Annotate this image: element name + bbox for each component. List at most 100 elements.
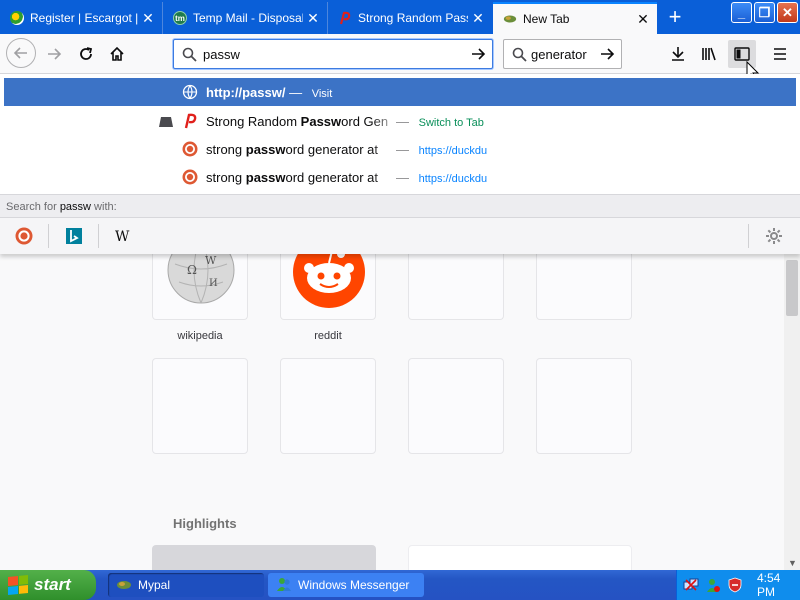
svg-text:W: W xyxy=(205,254,217,267)
reload-icon xyxy=(80,47,93,60)
start-label: start xyxy=(34,575,71,594)
suggestion-title-prefix: strong xyxy=(206,169,246,185)
suggestion-separator: — xyxy=(396,169,409,185)
url-input[interactable] xyxy=(203,46,470,62)
scroll-down-arrow-icon[interactable]: ▼ xyxy=(788,558,797,568)
page-scrollbar[interactable]: ▼ xyxy=(784,254,800,570)
windows-taskbar: start Mypal Windows Messenger 4:54 PM xyxy=(0,570,800,600)
search-icon xyxy=(182,47,197,62)
tab-strip: Register | Escargot | E ✕ tm Temp Mail -… xyxy=(0,0,800,34)
suggestion-url: http://passw/ xyxy=(206,84,286,100)
taskbar-button-label: Windows Messenger xyxy=(298,578,410,592)
navigation-toolbar xyxy=(0,34,800,82)
security-shield-icon[interactable] xyxy=(727,577,743,593)
search-go-arrow-icon[interactable] xyxy=(599,46,615,62)
highlight-card[interactable] xyxy=(408,545,632,570)
svg-text:И: И xyxy=(209,278,218,289)
engine-divider xyxy=(748,224,749,248)
highlights-heading: Highlights xyxy=(173,516,237,531)
top-site-tile-empty xyxy=(280,358,376,454)
tab-register-escargot[interactable]: Register | Escargot | E ✕ xyxy=(0,2,163,34)
top-site-tile-wikipedia[interactable]: Ω W И xyxy=(152,254,248,320)
suggestion-separator: — xyxy=(289,84,303,100)
top-site-tile-reddit[interactable] xyxy=(280,254,376,320)
globe-icon xyxy=(182,84,198,100)
search-input[interactable] xyxy=(531,46,595,62)
url-bar[interactable] xyxy=(173,39,493,69)
svg-text:W: W xyxy=(115,229,130,243)
maximize-button[interactable]: ❐ xyxy=(754,2,775,23)
home-icon xyxy=(110,46,124,61)
duckduckgo-icon xyxy=(182,141,198,157)
top-site-tile-empty xyxy=(536,254,632,320)
system-tray: 4:54 PM xyxy=(676,570,800,600)
tab-strong-random-password[interactable]: Strong Random Passw ✕ xyxy=(328,2,492,34)
bing-icon[interactable] xyxy=(62,224,86,248)
highlight-card[interactable] xyxy=(152,545,376,570)
downloads-button[interactable] xyxy=(664,40,692,68)
tab-indicator-icon xyxy=(158,115,174,130)
search-bar[interactable] xyxy=(503,39,622,69)
close-icon[interactable]: ✕ xyxy=(633,11,653,28)
suggestion-title-prefix: strong xyxy=(206,141,246,157)
library-button[interactable] xyxy=(696,40,724,68)
escargot-icon xyxy=(10,11,24,25)
wikipedia-icon[interactable]: W xyxy=(112,224,136,248)
close-icon[interactable]: ✕ xyxy=(303,10,323,27)
network-icon[interactable] xyxy=(683,577,699,593)
suggestion-title-suffix: ord generator at xyxy=(285,141,379,157)
forward-arrow-icon xyxy=(48,48,62,60)
close-icon[interactable]: ✕ xyxy=(468,10,488,27)
taskbar-button-label: Mypal xyxy=(138,578,171,592)
messenger-status-icon[interactable] xyxy=(705,577,721,593)
top-site-tile-empty xyxy=(408,358,504,454)
scrollbar-thumb[interactable] xyxy=(786,260,798,316)
suggestion-title-prefix: Strong Random xyxy=(206,113,301,129)
suggestion-search-history[interactable]: strong password generator at — https://d… xyxy=(4,163,796,191)
tab-new-tab[interactable]: New Tab ✕ xyxy=(493,2,657,34)
windows-flag-icon xyxy=(8,574,28,596)
suggestion-open-tab[interactable]: Strong Random Password Gen — Switch to T… xyxy=(4,107,796,135)
start-button[interactable]: start xyxy=(0,570,96,600)
close-icon[interactable]: ✕ xyxy=(138,10,158,27)
search-for-label: Search for passw with: xyxy=(0,194,800,218)
reload-button[interactable] xyxy=(72,40,100,68)
suggestion-separator: — xyxy=(396,141,409,157)
menu-button[interactable] xyxy=(766,40,794,68)
top-site-tile-empty xyxy=(408,254,504,320)
clock: 4:54 PM xyxy=(757,571,781,599)
wikipedia-globe-icon: Ω W И xyxy=(167,254,235,304)
one-off-search-engines: W xyxy=(0,218,800,254)
back-button[interactable] xyxy=(6,38,36,68)
close-window-button[interactable]: ✕ xyxy=(777,2,798,23)
go-arrow-icon[interactable] xyxy=(470,46,486,62)
tab-temp-mail[interactable]: tm Temp Mail - Disposable ✕ xyxy=(163,2,328,34)
top-site-tile-empty xyxy=(536,358,632,454)
suggestion-search-history[interactable]: strong password generator at — https://d… xyxy=(4,135,796,163)
tab-title: Temp Mail - Disposable xyxy=(193,11,303,25)
top-site-label: wikipedia xyxy=(177,330,223,342)
password-generator-icon xyxy=(182,113,198,129)
engine-divider xyxy=(98,224,99,248)
password-generator-icon xyxy=(338,11,352,25)
taskbar-button-windows-messenger[interactable]: Windows Messenger xyxy=(268,573,424,597)
suggestion-title-match: passw xyxy=(245,169,286,185)
messenger-icon xyxy=(276,577,292,593)
download-icon xyxy=(672,47,684,61)
home-button[interactable] xyxy=(103,40,131,68)
svg-text:Ω: Ω xyxy=(187,263,197,277)
suggestion-action: Visit xyxy=(311,87,333,100)
sidebar-icon xyxy=(734,47,750,61)
suggestion-visit-url[interactable]: http://passw/ — Visit xyxy=(4,78,796,106)
taskbar-button-mypal[interactable]: Mypal xyxy=(108,573,264,597)
gear-icon[interactable] xyxy=(762,224,786,248)
new-tab-button[interactable]: + xyxy=(660,2,690,32)
reddit-icon xyxy=(293,254,365,308)
minimize-button[interactable]: _ xyxy=(731,2,752,23)
forward-button[interactable] xyxy=(40,40,68,68)
top-site-tile-empty xyxy=(152,358,248,454)
autocomplete-popup: http://passw/ — Visit Strong Random Pass… xyxy=(0,74,800,254)
suggestion-title-match: passw xyxy=(245,141,286,157)
duckduckgo-icon[interactable] xyxy=(12,224,36,248)
top-site-label: reddit xyxy=(314,330,342,342)
